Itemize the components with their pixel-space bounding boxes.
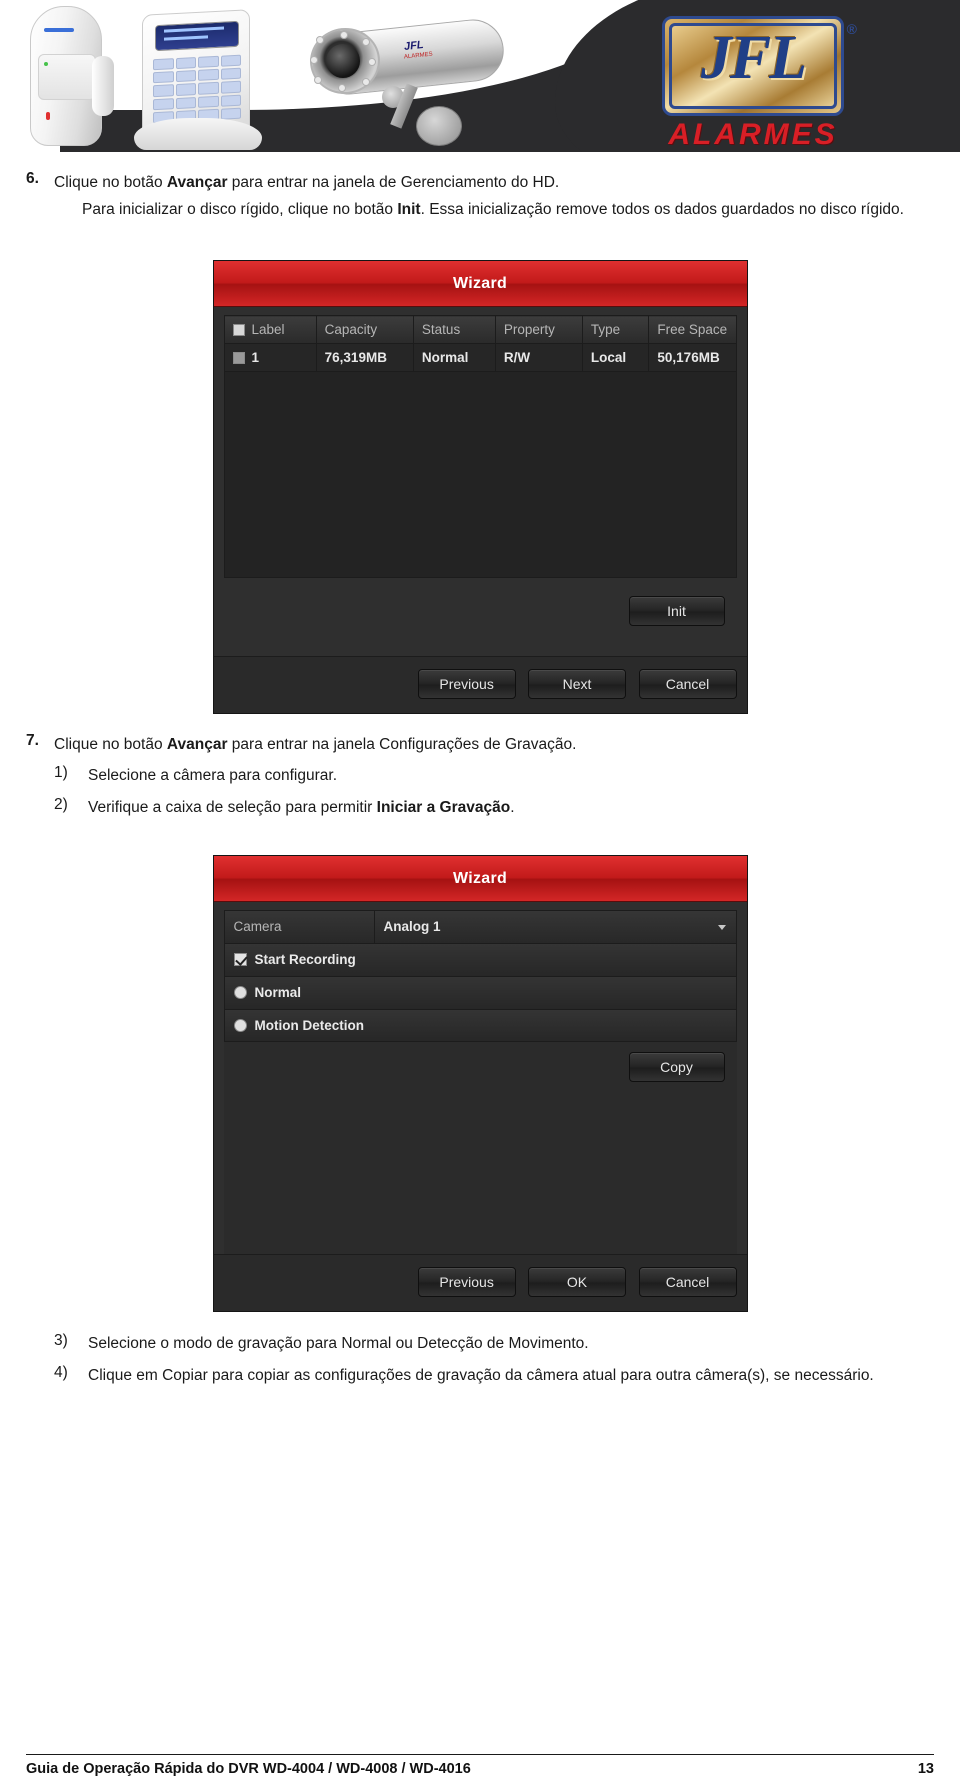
step-6-number: 6. [26,170,39,187]
wizard-hdd-footer: Previous Next Cancel [213,656,747,714]
start-recording-label: Start Recording [254,952,356,968]
camera-label: Camera [225,910,375,943]
step-7-sub-4: 4) Clique em Copiar para copiar as confi… [54,1364,934,1389]
step-6-line-1: Clique no botão Avançar para entrar na j… [54,170,934,195]
next-button[interactable]: Next [528,669,627,700]
page-number: 13 [917,1761,934,1777]
ok-button[interactable]: OK [528,1266,627,1297]
hdd-action-area: Init [223,578,737,657]
row-select-checkbox[interactable] [232,352,245,365]
step-7-sub-1-number: 1) [54,764,68,782]
step-7-sub-1: 1) Selecione a câmera para configurar. [54,764,934,789]
step-6-line-1-pre: Clique no botão [54,174,167,191]
step-7-line-1-post: para entrar na janela Configurações de G… [227,736,577,754]
hdd-cell-type: Local [581,343,650,373]
page-header-banner: JFL ALARMES JFL ® ALARMES [0,0,960,152]
step-7-sub-2-post: . [510,799,515,817]
step-7-sub-3-number: 3) [54,1331,68,1349]
motion-detection-radio[interactable] [233,1018,247,1032]
normal-radio[interactable] [233,986,247,1000]
hdd-cell-capacity: 76,319MB [315,343,414,373]
record-mode-motion-row[interactable]: Motion Detection [223,1008,737,1042]
hdd-column-type[interactable]: Type [581,315,650,345]
hdd-cell-status: Normal [412,343,496,373]
camera-selector-row[interactable]: Camera Analog 1 [223,909,737,943]
hdd-column-status[interactable]: Status [412,315,496,345]
step-7-sub-3-text: Selecione o modo de gravação para Normal… [88,1334,589,1352]
wizard-record-title: Wizard [213,855,747,902]
step-7-line-1: Clique no botão Avançar para entrar na j… [54,732,934,757]
hdd-column-label-text: Label [251,322,285,338]
step-7-line-1-bold: Avançar [166,736,228,754]
hdd-table: Label Capacity Status Property Type Free… [223,315,737,373]
hdd-cell-label-text: 1 [251,350,260,366]
start-recording-checkbox[interactable] [233,953,247,967]
step-6-line-2-post: . Essa inicialização remove todos os dad… [420,201,904,219]
step-7-sub-2-pre: Verifique a caixa de seleção para permit… [88,799,377,817]
registered-trademark-icon: ® [846,21,857,37]
step-7-sub-2-bold: Iniciar a Gravação [376,799,511,817]
document-body: 6. Clique no botão Avançar para entrar n… [0,170,960,1389]
record-mode-normal-row[interactable]: Normal [223,975,737,1009]
step-7-number: 7. [26,732,39,750]
page-footer: Guia de Operação Rápida do DVR WD-4004 /… [0,1754,960,1791]
table-row[interactable]: 1 76,319MB Normal R/W Local 50,176MB [223,343,737,373]
init-button[interactable]: Init [628,596,725,627]
copy-button[interactable]: Copy [628,1051,725,1082]
step-6: 6. Clique no botão Avançar para entrar n… [26,170,934,222]
wizard-record-content: Camera Analog 1 Start Recording Normal M… [213,901,747,1254]
step-7-sub-4-text: Clique em Copiar para copiar as configur… [88,1366,874,1384]
previous-button[interactable]: Previous [417,1266,516,1297]
footer-divider [26,1754,934,1755]
previous-button[interactable]: Previous [417,669,516,700]
jfl-logo-tagline: ALARMES [668,118,838,151]
hdd-column-capacity[interactable]: Capacity [315,315,414,345]
hdd-table-header-row: Label Capacity Status Property Type Free… [223,315,737,345]
step-7-sub-1-pre: Selecione a câmera para configurar. [88,767,338,785]
step-7-line-1-pre: Clique no botão [54,736,167,754]
select-all-checkbox[interactable] [232,324,245,337]
cancel-button[interactable]: Cancel [638,669,737,700]
step-6-line-1-post: para entrar na janela de Gerenciamento d… [227,174,560,191]
record-empty-area: Copy [223,1041,737,1254]
step-7-sub-2-text: Verifique a caixa de seleção para permit… [88,796,934,821]
hdd-column-label[interactable]: Label [223,315,317,345]
step-7-sub-2: 2) Verifique a caixa de seleção para per… [54,796,934,821]
step-7-sub-2-number: 2) [54,796,68,814]
step-6-line-2: Para inicializar o disco rígido, clique … [54,197,934,222]
hdd-column-free-space[interactable]: Free Space [648,315,737,345]
hdd-cell-free-space: 50,176MB [648,343,737,373]
step-7-sub-4-number: 4) [54,1363,68,1381]
step-6-line-2-bold: Init [397,201,421,219]
step-6-line-2-pre: Para inicializar o disco rígido, clique … [82,201,398,219]
step-7-sub-3: 3) Selecione o modo de gravação para Nor… [54,1332,934,1357]
wizard-hdd-title: Wizard [213,261,747,308]
wizard-hdd-content: Label Capacity Status Property Type Free… [213,307,747,657]
hdd-cell-property: R/W [494,343,583,373]
normal-label: Normal [254,985,302,1001]
jfl-logo-text: JFL [700,24,807,92]
footer-title: Guia de Operação Rápida do DVR WD-4004 /… [26,1761,471,1777]
camera-dropdown-value: Analog 1 [383,919,441,935]
camera-dropdown[interactable]: Analog 1 [375,919,736,934]
hdd-table-empty-area [223,372,737,579]
step-6-line-1-bold: Avançar [166,174,228,191]
chevron-down-icon[interactable] [717,924,726,930]
wizard-record-footer: Previous OK Cancel [213,1253,747,1311]
step-7: 7. Clique no botão Avançar para entrar n… [26,732,934,821]
hdd-cell-label[interactable]: 1 [223,343,317,373]
step-7-sub-1-text: Selecione a câmera para configurar. [88,764,934,789]
motion-detection-label: Motion Detection [254,1017,365,1033]
wizard-record-dialog[interactable]: Wizard Camera Analog 1 Start Recording N… [212,854,748,1312]
step-7-continued: 3) Selecione o modo de gravação para Nor… [26,1332,934,1389]
wizard-hdd-dialog[interactable]: Wizard Label Capacity Status Property Ty… [212,260,748,715]
cancel-button[interactable]: Cancel [638,1266,737,1297]
start-recording-row[interactable]: Start Recording [223,942,737,976]
hdd-column-property[interactable]: Property [494,315,583,345]
